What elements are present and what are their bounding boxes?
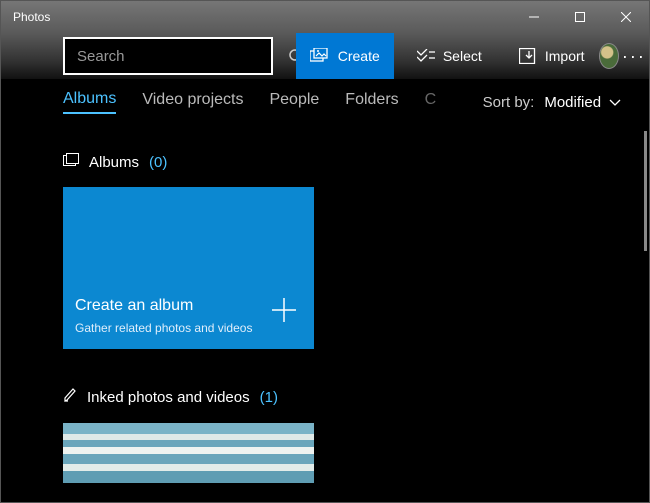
tab-folders[interactable]: Folders xyxy=(345,91,398,113)
inked-count: (1) xyxy=(260,389,278,406)
select-label: Select xyxy=(443,48,482,64)
import-button[interactable]: Import xyxy=(505,33,599,79)
create-label: Create xyxy=(338,48,380,64)
chevron-down-icon xyxy=(609,94,621,111)
window-title: Photos xyxy=(1,10,511,24)
inked-heading: Inked photos and videos xyxy=(87,389,250,406)
user-avatar[interactable] xyxy=(599,43,619,69)
albums-count: (0) xyxy=(149,154,167,171)
inked-thumbnail[interactable] xyxy=(63,423,314,483)
albums-section-header[interactable]: Albums (0) xyxy=(63,153,649,171)
select-button[interactable]: Select xyxy=(403,33,496,79)
sort-control[interactable]: Sort by: Modified xyxy=(483,94,621,111)
close-button[interactable] xyxy=(603,1,649,33)
create-button[interactable]: Create xyxy=(296,33,394,79)
tab-people[interactable]: People xyxy=(269,91,319,113)
sort-value: Modified xyxy=(544,94,601,111)
titlebar: Photos xyxy=(1,1,649,33)
maximize-button[interactable] xyxy=(557,1,603,33)
select-icon xyxy=(417,49,435,63)
create-album-title: Create an album xyxy=(75,297,193,315)
albums-heading: Albums xyxy=(89,154,139,171)
search-box[interactable] xyxy=(63,37,273,75)
import-icon xyxy=(519,48,537,64)
plus-icon xyxy=(270,296,298,329)
pen-icon xyxy=(63,387,77,407)
create-album-subtitle: Gather related photos and videos xyxy=(75,321,252,335)
tab-truncated[interactable]: C xyxy=(425,91,439,113)
search-input[interactable] xyxy=(65,48,288,65)
sort-label: Sort by: xyxy=(483,94,535,111)
tab-bar: Albums Video projects People Folders C S… xyxy=(1,79,649,125)
toolbar: Create Select Import ··· xyxy=(1,33,649,79)
scrollbar[interactable] xyxy=(644,131,647,251)
import-label: Import xyxy=(545,48,585,64)
content-area: Albums (0) Create an album Gather relate… xyxy=(1,125,649,502)
minimize-button[interactable] xyxy=(511,1,557,33)
more-button[interactable]: ··· xyxy=(619,46,649,67)
tab-albums[interactable]: Albums xyxy=(63,90,116,114)
tab-video-projects[interactable]: Video projects xyxy=(142,91,243,113)
create-icon xyxy=(310,48,330,64)
albums-icon xyxy=(63,153,79,171)
inked-section-header[interactable]: Inked photos and videos (1) xyxy=(63,387,649,407)
create-album-card[interactable]: Create an album Gather related photos an… xyxy=(63,187,314,349)
